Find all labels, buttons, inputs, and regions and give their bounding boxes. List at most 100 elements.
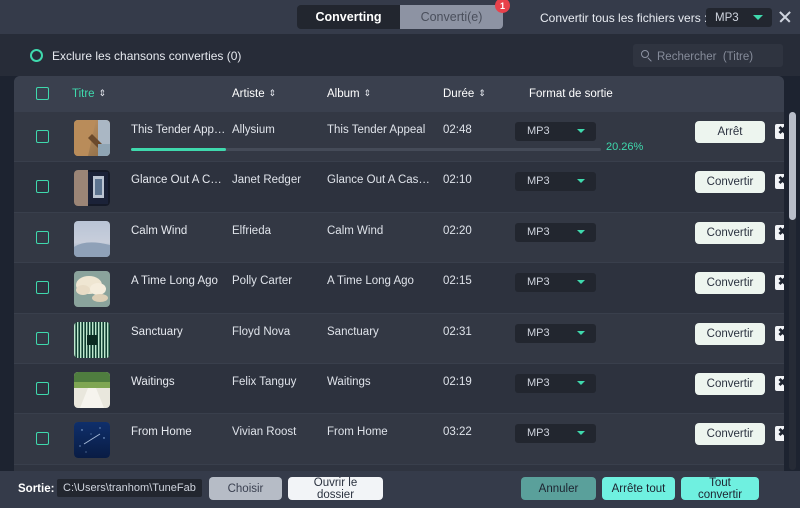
row-format-value: MP3 xyxy=(527,276,550,289)
row-format-dropdown[interactable]: MP3 xyxy=(515,323,596,343)
global-format-dropdown[interactable]: MP3 xyxy=(706,8,772,27)
cell-artist: Felix Tanguy xyxy=(232,375,297,388)
cell-duration: 02:31 xyxy=(443,325,472,338)
row-checkbox[interactable] xyxy=(36,130,49,143)
cell-title: Sanctuary xyxy=(131,325,183,338)
row-action-button[interactable]: Convertir xyxy=(695,171,765,194)
column-header-title-label: Titre xyxy=(72,88,95,100)
row-remove-icon[interactable]: ✖ xyxy=(775,375,784,391)
cell-title: Calm Wind xyxy=(131,224,188,237)
row-remove-icon[interactable]: ✖ xyxy=(775,325,784,341)
chevron-down-icon xyxy=(577,431,585,436)
search-input[interactable] xyxy=(655,44,779,69)
row-format-dropdown[interactable]: MP3 xyxy=(515,172,596,192)
row-format-value: MP3 xyxy=(527,225,550,238)
table-row[interactable]: Waitings Felix Tanguy Waitings 02:19 MP3 Conv… xyxy=(14,363,784,415)
output-path-label: Sortie: xyxy=(18,483,55,495)
cell-artist: Floyd Nova xyxy=(232,325,291,338)
row-action-button[interactable]: Convertir xyxy=(695,221,765,244)
cell-artist: Janet Redger xyxy=(232,174,302,187)
row-format-value: MP3 xyxy=(527,427,550,440)
table-row[interactable]: Calm Wind Elfrieda Calm Wind 02:20 MP3 Conver… xyxy=(14,212,784,264)
sort-icon: ⇕ xyxy=(363,88,371,98)
album-art xyxy=(74,220,110,257)
search-box[interactable] xyxy=(633,44,783,69)
row-remove-icon[interactable]: ✖ xyxy=(775,275,784,291)
column-header-duration-label: Durée xyxy=(443,88,475,100)
cell-duration: 02:10 xyxy=(443,174,472,187)
column-header-artist[interactable]: Artiste ⇕ xyxy=(232,88,276,100)
cancel-button[interactable]: Annuler xyxy=(521,477,596,500)
chevron-down-icon xyxy=(577,330,585,335)
tab-converting[interactable]: Converting xyxy=(297,5,400,29)
row-action-button[interactable]: Arrêt xyxy=(695,121,765,143)
column-header-album-label: Album xyxy=(327,88,360,100)
row-format-dropdown[interactable]: MP3 xyxy=(515,222,596,242)
row-remove-icon[interactable]: ✖ xyxy=(775,124,784,139)
row-format-dropdown[interactable]: MP3 xyxy=(515,122,596,141)
table-row[interactable]: Sanctuary Floyd Nova Sanctuary 02:31 MP3 Conv… xyxy=(14,313,784,364)
exclude-converted-label: Exclure les chansons converties (0) xyxy=(52,49,242,63)
row-checkbox[interactable] xyxy=(36,381,49,395)
table-row[interactable]: From Home Vivian Roost From Home 03:22 MP3 Co… xyxy=(14,414,784,465)
table-scrollbar-track[interactable] xyxy=(789,112,796,470)
cell-duration: 02:15 xyxy=(443,275,472,288)
cell-title: Glance Out A Case… xyxy=(131,174,226,187)
choose-folder-button[interactable]: Choisir xyxy=(209,477,282,500)
exclude-converted-radio[interactable] xyxy=(30,49,43,62)
table-row[interactable]: Glance Out A Case… Janet Redger Glance Out… xyxy=(14,162,784,213)
select-all-checkbox[interactable] xyxy=(36,87,49,100)
close-icon[interactable] xyxy=(778,10,792,24)
row-format-dropdown[interactable]: MP3 xyxy=(515,424,596,444)
column-header-album[interactable]: Album ⇕ xyxy=(327,88,371,100)
table-scrollbar-thumb[interactable] xyxy=(789,112,796,220)
album-art xyxy=(74,271,110,308)
row-checkbox[interactable] xyxy=(36,331,49,345)
cell-duration: 02:48 xyxy=(443,124,472,136)
progress-track xyxy=(131,148,601,151)
row-remove-icon[interactable]: ✖ xyxy=(775,224,784,240)
chevron-down-icon xyxy=(753,15,763,20)
convert-all-format-label: Convertir tous les fichiers vers : xyxy=(540,11,708,25)
row-action-button[interactable]: Convertir xyxy=(695,272,765,295)
cell-album: This Tender Appeal xyxy=(327,124,426,136)
row-checkbox[interactable] xyxy=(36,230,49,244)
row-remove-icon[interactable]: ✖ xyxy=(775,426,784,442)
row-format-dropdown[interactable]: MP3 xyxy=(515,273,596,293)
open-folder-button[interactable]: Ouvrir le dossier xyxy=(288,477,383,501)
row-format-value: MP3 xyxy=(527,125,550,137)
chevron-down-icon xyxy=(577,380,585,385)
row-checkbox[interactable] xyxy=(36,180,49,194)
row-action-button[interactable]: Convertir xyxy=(695,322,765,345)
cell-album: Glance Out A Caseme… xyxy=(327,174,432,187)
stop-all-button[interactable]: Arrête tout xyxy=(602,477,675,500)
album-art xyxy=(74,120,110,156)
row-action-button[interactable]: Convertir xyxy=(695,372,765,395)
column-header-duration[interactable]: Durée ⇕ xyxy=(443,88,486,100)
cell-duration: 02:19 xyxy=(443,375,472,388)
row-checkbox[interactable] xyxy=(36,432,49,446)
convert-all-button[interactable]: Tout convertir xyxy=(681,477,759,501)
column-header-format: Format de sortie xyxy=(529,88,613,100)
cell-duration: 03:22 xyxy=(443,426,472,439)
cell-duration: 02:20 xyxy=(443,224,472,237)
table-row[interactable]: A Time Long Ago Polly Carter A Time Long A… xyxy=(14,263,784,314)
sort-icon: ⇕ xyxy=(478,88,485,98)
cell-artist: Vivian Roost xyxy=(232,426,297,439)
row-action-button[interactable]: Convertir xyxy=(695,423,765,446)
cell-artist: Elfrieda xyxy=(232,224,271,237)
chevron-down-icon xyxy=(577,229,585,234)
row-format-dropdown[interactable]: MP3 xyxy=(515,373,596,393)
row-remove-icon[interactable]: ✖ xyxy=(775,174,784,190)
output-path-field[interactable] xyxy=(57,479,202,497)
row-format-value: MP3 xyxy=(527,376,550,389)
album-art xyxy=(74,371,110,408)
table-row[interactable]: This Tender Appeal Allysium This Tender Ap… xyxy=(14,112,784,163)
row-checkbox[interactable] xyxy=(36,281,49,295)
cell-album: Calm Wind xyxy=(327,224,384,237)
tab-converted[interactable]: Converti(e) 1 xyxy=(400,0,510,29)
column-header-title[interactable]: Titre ⇕ xyxy=(72,88,106,100)
global-format-value: MP3 xyxy=(715,11,739,24)
cell-album: Waitings xyxy=(327,375,371,388)
search-icon xyxy=(641,50,649,58)
